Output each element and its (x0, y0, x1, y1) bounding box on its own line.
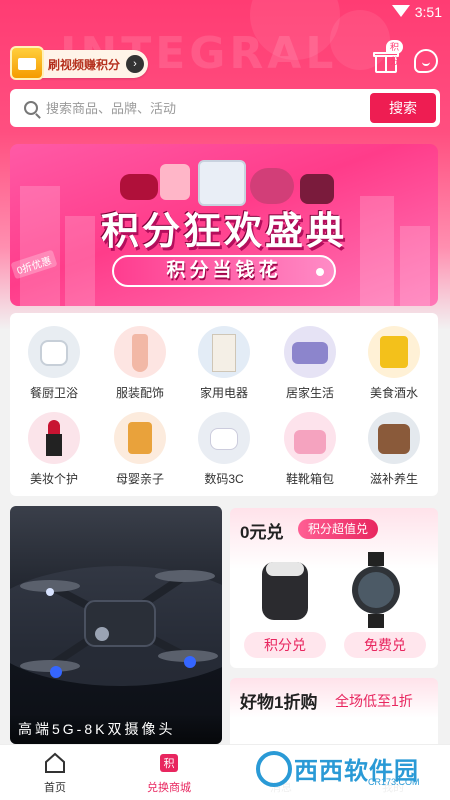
discount-card-subtitle: 全场低至1折 (335, 693, 413, 709)
free-redeem-button[interactable]: 免费兑 (344, 632, 426, 658)
nav-label: 兑换商城 (147, 782, 191, 794)
home-icon (43, 751, 67, 775)
zero-yuan-redeem-card[interactable]: 0元兑 积分超值兑 积分兑 免费兑 (230, 508, 438, 668)
zero-card-title: 0元兑 (240, 523, 284, 542)
watch-video-earn-points-button[interactable]: 刷视频赚积分 › (10, 46, 148, 80)
category-item[interactable]: 母婴亲子 (98, 403, 182, 487)
discount-card-title: 好物1折购 (240, 693, 318, 712)
site-watermark: 西西软件园 CR173.COM (250, 747, 434, 793)
points-redeem-button[interactable]: 积分兑 (244, 632, 326, 658)
snack-icon (368, 326, 420, 378)
category-label: 餐厨卫浴 (29, 386, 78, 400)
chat-icon[interactable] (414, 49, 438, 73)
banner-subtitle: 积分当钱花 (112, 255, 336, 287)
status-time: 3:51 (414, 4, 442, 20)
category-item[interactable]: 鞋靴箱包 (268, 403, 352, 487)
bedding-icon (284, 326, 336, 378)
category-item[interactable]: 美食酒水 (352, 317, 436, 401)
category-item[interactable]: 美妆个护 (12, 403, 96, 487)
search-button[interactable]: 搜索 (370, 93, 436, 123)
category-label: 美妆个护 (29, 472, 78, 486)
headphones-product-image (250, 168, 294, 204)
category-label: 居家生活 (285, 386, 334, 400)
points-shop-icon: 积 (157, 751, 181, 775)
points-gift-button[interactable]: 积分 (372, 40, 404, 76)
category-item[interactable]: 滋补养生 (352, 403, 436, 487)
nav-label: 首页 (44, 782, 66, 794)
category-label: 母婴亲子 (115, 472, 164, 486)
bag-product-image (120, 174, 158, 200)
search-icon (24, 101, 38, 115)
nav-exchange-mall[interactable]: 积 兑换商城 (134, 751, 204, 795)
category-label: 美食酒水 (369, 386, 418, 400)
nav-home[interactable]: 首页 (20, 751, 90, 795)
dress-icon (114, 326, 166, 378)
banner-title: 积分狂欢盛典 (100, 209, 347, 253)
search-bar: 搜索 (10, 89, 440, 127)
zero-card-tag: 积分超值兑 (298, 519, 379, 539)
decor-dot (316, 268, 324, 276)
drone-caption: 高端5G-8K双摄像头 (10, 714, 222, 744)
category-label: 鞋靴箱包 (285, 472, 334, 486)
status-bar: 3:51 (0, 0, 450, 26)
watermark-subtext: CR173.COM (368, 777, 420, 787)
promo-chip-label: 刷视频赚积分 (48, 57, 121, 72)
category-label: 滋补养生 (369, 472, 418, 486)
watermark-logo-icon (256, 751, 292, 787)
search-input[interactable] (46, 100, 346, 116)
category-item[interactable]: 居家生活 (268, 317, 352, 401)
category-label: 数码3C (204, 472, 244, 486)
category-label: 服装配饰 (115, 386, 164, 400)
formula-can-icon (114, 412, 166, 464)
nav-active-badge: 积 (163, 758, 175, 770)
category-item[interactable]: 餐厨卫浴 (12, 317, 96, 401)
promo-banner[interactable]: 积分狂欢盛典 积分当钱花 0折优惠 (10, 144, 438, 306)
drone-image (10, 566, 222, 686)
category-item[interactable]: 服装配饰 (98, 317, 182, 401)
wifi-icon (392, 5, 410, 17)
category-grid: 餐厨卫浴 服装配饰 家用电器 居家生活 美食酒水 美妆个护 母婴亲子 数码3C … (10, 313, 438, 496)
category-item[interactable]: 家用电器 (182, 317, 266, 401)
category-label: 家用电器 (199, 386, 248, 400)
chevron-right-icon: › (126, 55, 144, 73)
lipstick-icon (28, 412, 80, 464)
rice-cooker-icon (28, 326, 80, 378)
gift-box-icon (10, 46, 44, 80)
earbuds-icon (198, 412, 250, 464)
zero-card-products (262, 552, 400, 628)
featured-product-drone[interactable]: 高端5G-8K双摄像头 (10, 506, 222, 744)
handbag-icon (284, 412, 336, 464)
category-item[interactable]: 数码3C (182, 403, 266, 487)
nuts-icon (368, 412, 420, 464)
fridge-icon (198, 326, 250, 378)
points-badge: 积分 (386, 40, 404, 66)
phone-product-image (160, 164, 190, 200)
